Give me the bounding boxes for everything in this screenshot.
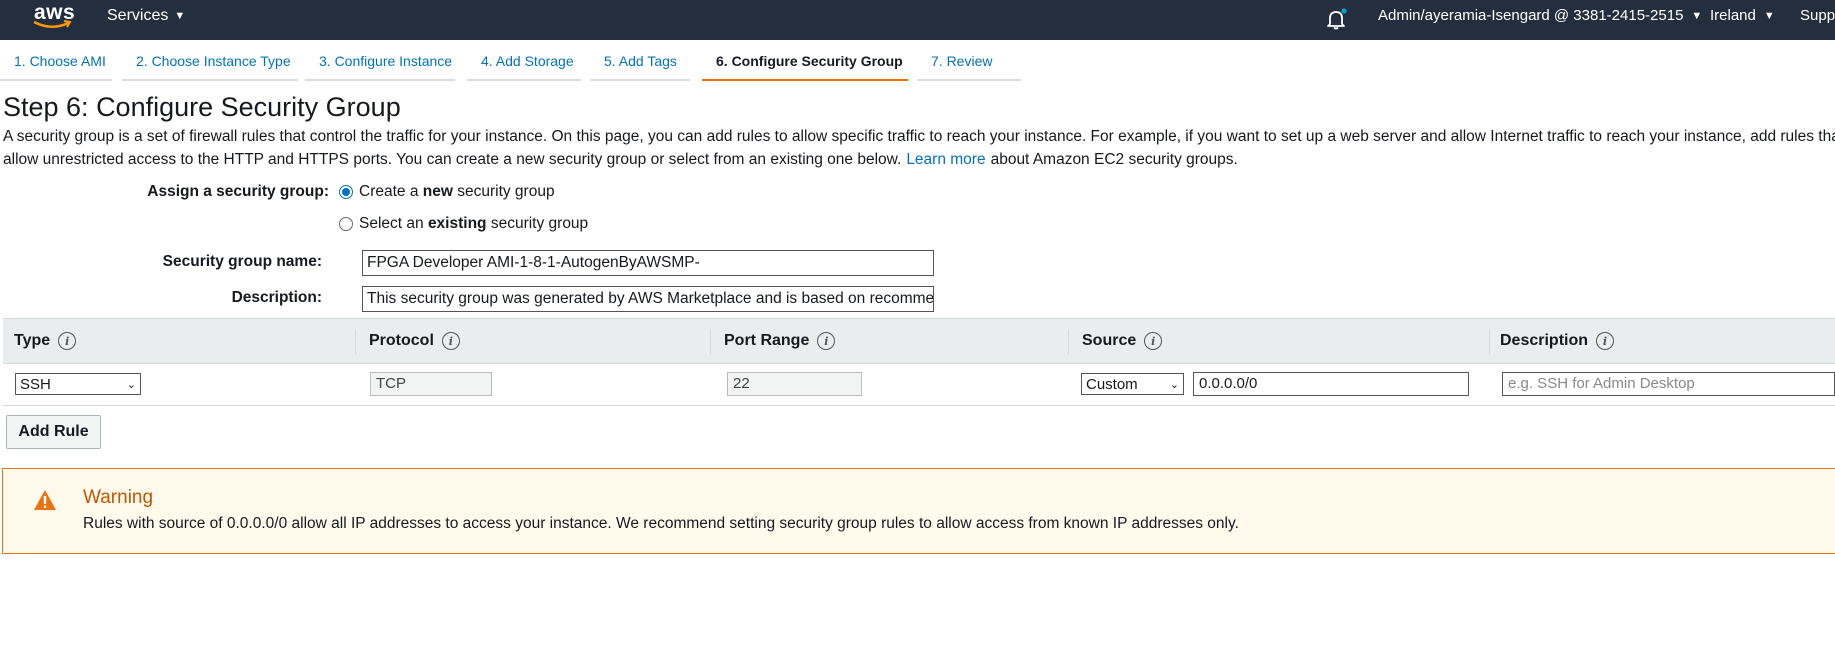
- intro-line-1: A security group is a set of firewall ru…: [3, 128, 1835, 145]
- description-label: Description:: [231, 289, 322, 306]
- source-cidr-input[interactable]: 0.0.0.0/0: [1193, 372, 1469, 396]
- chevron-down-icon: ⌄: [126, 378, 136, 391]
- caret-down-icon: ▼: [174, 10, 186, 22]
- security-group-name-input[interactable]: FPGA Developer AMI-1-8-1-AutogenByAWSMP-: [362, 250, 934, 276]
- column-divider: [710, 329, 711, 355]
- warning-title: Warning: [83, 487, 154, 508]
- info-icon[interactable]: i: [1596, 332, 1615, 350]
- rules-table-header: Type i Protocol i Port Range i Source i …: [3, 318, 1835, 364]
- learn-more-link[interactable]: Learn more: [906, 151, 985, 168]
- info-icon[interactable]: i: [817, 332, 836, 350]
- protocol-field: TCP: [370, 372, 492, 396]
- type-select[interactable]: SSH ⌄: [15, 373, 141, 395]
- account-menu[interactable]: Admin/ayeramia-Isengard @ 3381-2415-2515…: [1378, 7, 1702, 24]
- page-title: Step 6: Configure Security Group: [3, 92, 401, 122]
- tab-configure-instance[interactable]: 3. Configure Instance: [305, 49, 455, 81]
- rule-description-input[interactable]: e.g. SSH for Admin Desktop: [1502, 372, 1835, 396]
- radio-create-new[interactable]: Create a new security group: [339, 183, 555, 201]
- intro-line-2a: allow unrestricted access to the HTTP an…: [3, 151, 902, 168]
- assign-security-group-label: Assign a security group:: [147, 183, 329, 200]
- radio-button-selected[interactable]: [339, 185, 353, 199]
- header-type: Type i: [14, 332, 77, 350]
- info-icon[interactable]: i: [441, 332, 460, 350]
- region-menu[interactable]: Ireland ▼: [1710, 7, 1775, 24]
- chevron-down-icon: ⌄: [1169, 378, 1179, 391]
- aws-smile-icon: [33, 20, 72, 28]
- security-group-name-label: Security group name:: [162, 253, 322, 270]
- aws-logo[interactable]: aws: [30, 1, 75, 31]
- tab-review[interactable]: 7. Review: [917, 49, 1021, 81]
- source-mode-select[interactable]: Custom ⌄: [1081, 373, 1184, 395]
- support-menu[interactable]: Support: [1800, 7, 1835, 24]
- column-divider: [1068, 329, 1069, 355]
- tab-add-storage[interactable]: 4. Add Storage: [467, 49, 581, 81]
- caret-down-icon: ▼: [1763, 9, 1775, 22]
- intro-text: A security group is a set of firewall ru…: [3, 125, 1835, 171]
- support-label: Support: [1800, 7, 1835, 24]
- header-protocol: Protocol i: [369, 332, 460, 350]
- port-range-field: 22: [727, 372, 862, 396]
- services-menu[interactable]: Services ▼: [107, 7, 185, 25]
- warning-icon: [34, 490, 56, 510]
- warning-text: Rules with source of 0.0.0.0/0 allow all…: [83, 515, 1239, 532]
- radio-select-existing-label: Select an existing security group: [359, 215, 589, 232]
- tab-choose-instance-type[interactable]: 2. Choose Instance Type: [122, 49, 298, 81]
- table-row: SSH ⌄ TCP 22 Custom ⌄ 0.0.0.0/0 e.g. SSH…: [3, 364, 1835, 406]
- radio-button[interactable]: [339, 217, 353, 231]
- column-divider: [355, 329, 356, 355]
- info-icon[interactable]: i: [58, 332, 77, 350]
- services-label: Services: [107, 7, 169, 24]
- header-description: Description i: [1500, 332, 1615, 350]
- intro-line-2: allow unrestricted access to the HTTP an…: [3, 148, 1835, 171]
- region-label: Ireland: [1710, 7, 1756, 24]
- security-group-description-input[interactable]: This security group was generated by AWS…: [362, 286, 934, 312]
- column-divider: [1489, 329, 1490, 355]
- bell-icon: [1327, 8, 1347, 30]
- notifications-bell[interactable]: [1324, 8, 1348, 33]
- info-icon[interactable]: i: [1144, 332, 1163, 350]
- header-port-range: Port Range i: [724, 332, 836, 350]
- add-rule-button[interactable]: Add Rule: [6, 415, 101, 449]
- caret-down-icon: ▼: [1691, 9, 1703, 22]
- top-navigation-bar: aws Services ▼ Admin/ayeramia-Isengard @…: [0, 0, 1835, 40]
- radio-create-new-label: Create a new security group: [359, 183, 555, 200]
- warning-alert: Warning Rules with source of 0.0.0.0/0 a…: [2, 468, 1835, 554]
- header-source: Source i: [1082, 332, 1163, 350]
- tab-add-tags[interactable]: 5. Add Tags: [590, 49, 690, 81]
- intro-line-2b: about Amazon EC2 security groups.: [990, 151, 1238, 168]
- tab-choose-ami[interactable]: 1. Choose AMI: [0, 49, 112, 81]
- account-label: Admin/ayeramia-Isengard @ 3381-2415-2515: [1378, 7, 1684, 24]
- tab-configure-security-group[interactable]: 6. Configure Security Group: [702, 49, 908, 81]
- radio-select-existing[interactable]: Select an existing security group: [339, 215, 588, 233]
